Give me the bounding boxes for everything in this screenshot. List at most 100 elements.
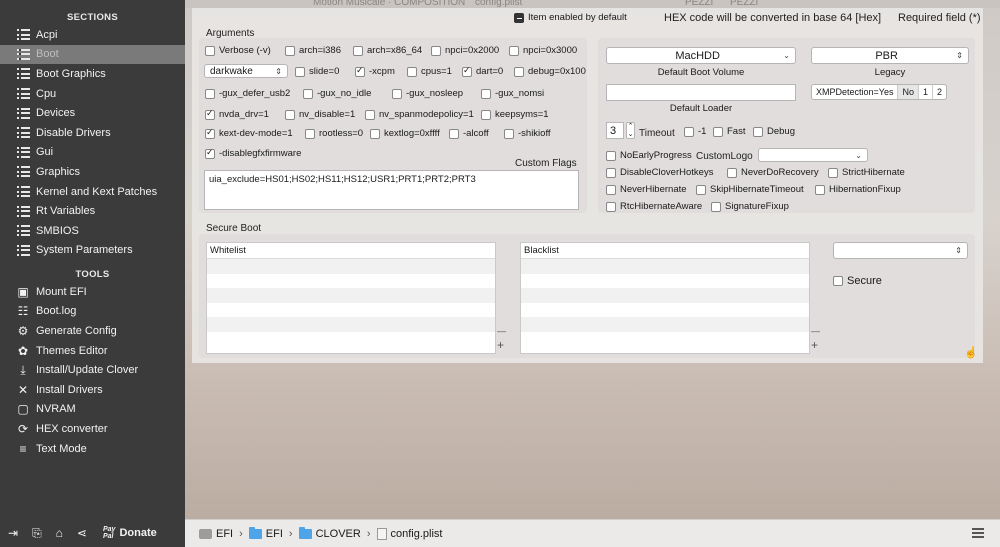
breadcrumb-item-clover[interactable]: CLOVER: [298, 526, 361, 540]
checkbox-box: [696, 184, 706, 195]
checkbox-arch-i386[interactable]: arch=i386: [285, 45, 341, 56]
login-icon[interactable]: ⇥: [8, 526, 18, 540]
tool-item-text-mode[interactable]: ≡ Text Mode: [0, 439, 185, 459]
tool-item-install-update-clover[interactable]: ⤓ Install/Update Clover: [0, 360, 185, 380]
checkbox-box: [205, 88, 215, 99]
whitelist-remove-button[interactable]: —: [497, 326, 506, 336]
darkwake-select[interactable]: darkwake ⇕: [204, 64, 288, 78]
default-boot-volume-select[interactable]: MacHDD ⌄: [606, 47, 796, 64]
checkbox-label: SignatureFixup: [725, 201, 789, 212]
checkbox-box: [815, 184, 825, 195]
xmp-detection-control[interactable]: XMPDetection=Yes No 1 2: [811, 84, 948, 100]
checkbox-neverhibernate[interactable]: NeverHibernate: [606, 184, 687, 195]
list-icon: [15, 88, 31, 100]
checkbox-verbose-v[interactable]: Verbose (-v): [205, 45, 271, 56]
xmp-no-segment[interactable]: No: [897, 85, 918, 99]
checkbox-rtchibernateaware[interactable]: RtcHibernateAware: [606, 201, 702, 212]
custom-flags-field[interactable]: uia_exclude=HS01;HS02;HS11;HS12;USR1;PRT…: [204, 170, 579, 210]
checkbox-debug-0x100[interactable]: debug=0x100: [514, 66, 586, 77]
share-icon[interactable]: ⋖: [77, 526, 87, 540]
checkbox-gux-defer-usb2[interactable]: -gux_defer_usb2: [205, 88, 290, 99]
secure-boot-policy-select[interactable]: ⇕: [833, 242, 968, 259]
checkbox-nv-spanmodepolicy-1[interactable]: nv_spanmodepolicy=1: [365, 109, 474, 120]
checkbox-shikioff[interactable]: -shikioff: [504, 128, 551, 139]
list-icon: [15, 68, 31, 80]
sidebar-item-devices[interactable]: Devices: [0, 103, 185, 123]
checkbox-1[interactable]: -1: [684, 126, 706, 137]
sidebar-item-gui[interactable]: Gui: [0, 143, 185, 163]
home-icon[interactable]: ⌂: [56, 526, 63, 540]
checkbox-signaturefixup[interactable]: SignatureFixup: [711, 201, 789, 212]
sidebar-item-cpu[interactable]: Cpu: [0, 84, 185, 104]
checkbox-disablecloverhotkeys[interactable]: DisableCloverHotkeys: [606, 167, 713, 178]
blacklist-add-button[interactable]: +: [811, 338, 818, 352]
tool-item-install-drivers[interactable]: ✕ Install Drivers: [0, 380, 185, 400]
checkbox-stricthibernate[interactable]: StrictHibernate: [828, 167, 905, 178]
timeout-field[interactable]: 3: [606, 122, 624, 139]
checkbox-neverdorecovery[interactable]: NeverDoRecovery: [727, 167, 819, 178]
checkbox-fast[interactable]: Fast: [713, 126, 745, 137]
checkbox-dart-0[interactable]: dart=0: [462, 65, 503, 77]
checkbox-xcpm[interactable]: -xcpm: [355, 65, 395, 77]
checkbox-arch-x86-64[interactable]: arch=x86_64: [353, 45, 422, 56]
breadcrumb-item-config[interactable]: config.plist: [376, 527, 443, 540]
checkbox-npci-0x3000[interactable]: npci=0x3000: [509, 45, 577, 56]
custom-flags-label: Custom Flags: [515, 158, 577, 169]
sidebar-item-boot[interactable]: Boot: [0, 44, 185, 65]
checkbox-gux-nosleep[interactable]: -gux_nosleep: [392, 88, 463, 99]
checkbox-gux-no-idle[interactable]: -gux_no_idle: [303, 88, 371, 99]
checkbox-box: [509, 45, 519, 56]
checkbox-rootless-0[interactable]: rootless=0: [305, 128, 363, 139]
sidebar-item-disable-drivers[interactable]: Disable Drivers: [0, 123, 185, 143]
checkbox-cpus-1[interactable]: cpus=1: [407, 66, 452, 77]
checkbox-nvda-drv-1[interactable]: nvda_drv=1: [205, 108, 269, 120]
custom-logo-select[interactable]: ⌄: [758, 148, 868, 162]
tool-item-hex-converter[interactable]: ⟳ HEX converter: [0, 419, 185, 439]
checkbox-skiphibernatetimeout[interactable]: SkipHibernateTimeout: [696, 184, 804, 195]
blacklist-remove-button[interactable]: —: [811, 326, 820, 336]
breadcrumb-item-efi-volume[interactable]: EFI: [199, 528, 233, 540]
timeout-stepper[interactable]: ⌃ ⌄: [626, 122, 635, 139]
xmp-2-segment[interactable]: 2: [932, 85, 946, 99]
xmp-1-segment[interactable]: 1: [917, 85, 932, 99]
blacklist-table[interactable]: Blacklist: [520, 242, 810, 354]
tool-item-boot-log[interactable]: ☷ Boot.log: [0, 302, 185, 322]
sidebar-item-smbios[interactable]: SMBIOS: [0, 221, 185, 241]
checkbox-nv-disable-1[interactable]: nv_disable=1: [285, 109, 355, 120]
export-icon[interactable]: ⎘: [32, 526, 42, 541]
sidebar-item-acpi[interactable]: Acpi: [0, 25, 185, 45]
required-note: Required field (*): [898, 12, 981, 24]
checkbox-kextlog-0xffff[interactable]: kextlog=0xffff: [370, 128, 440, 139]
checkbox-keepsyms-1[interactable]: keepsyms=1: [481, 109, 549, 120]
sidebar-item-rt-variables[interactable]: Rt Variables: [0, 201, 185, 221]
checkbox-disablegfxfirmware[interactable]: -disablegfxfirmware: [205, 147, 301, 159]
whitelist-table[interactable]: Whitelist: [206, 242, 496, 354]
xmp-yes-segment[interactable]: XMPDetection=Yes: [812, 85, 898, 99]
tool-item-generate-config[interactable]: ⚙ Generate Config: [0, 321, 185, 341]
checkbox-npci-0x2000[interactable]: npci=0x2000: [431, 45, 499, 56]
secure-checkbox[interactable]: Secure: [833, 275, 882, 287]
checkbox-alcoff[interactable]: -alcoff: [449, 128, 489, 139]
checkbox-gux-nomsi[interactable]: -gux_nomsi: [481, 88, 544, 99]
menu-icon[interactable]: [972, 528, 984, 538]
no-early-progress-checkbox[interactable]: NoEarlyProgress: [606, 150, 692, 161]
boot-options-group: MacHDD ⌄ Default Boot Volume PBR ⇕ Legacy …: [598, 38, 975, 213]
tool-item-mount-efi[interactable]: ▣ Mount EFI: [0, 282, 185, 302]
sidebar-item-graphics[interactable]: Graphics: [0, 162, 185, 182]
legacy-select[interactable]: PBR ⇕: [811, 47, 969, 64]
sidebar-item-system-parameters[interactable]: System Parameters: [0, 241, 185, 261]
checkbox-hibernationfixup[interactable]: HibernationFixup: [815, 184, 901, 195]
sidebar-item-label: SMBIOS: [36, 224, 79, 237]
donate-button[interactable]: Pay Pal Donate: [103, 526, 157, 540]
tool-item-themes-editor[interactable]: ✿ Themes Editor: [0, 341, 185, 361]
checkbox-debug[interactable]: Debug: [753, 126, 795, 137]
sidebar-item-kernel-and-kext-patches[interactable]: Kernel and Kext Patches: [0, 182, 185, 202]
folder-icon: [248, 526, 262, 539]
checkbox-kext-dev-mode-1[interactable]: kext-dev-mode=1: [205, 127, 293, 139]
tool-item-nvram[interactable]: ▢ NVRAM: [0, 400, 185, 420]
whitelist-add-button[interactable]: +: [497, 338, 504, 352]
default-loader-field[interactable]: [606, 84, 796, 101]
checkbox-slide-0[interactable]: slide=0: [295, 66, 339, 77]
sidebar-item-boot-graphics[interactable]: Boot Graphics: [0, 64, 185, 84]
breadcrumb-item-efi-folder[interactable]: EFI: [248, 526, 283, 540]
